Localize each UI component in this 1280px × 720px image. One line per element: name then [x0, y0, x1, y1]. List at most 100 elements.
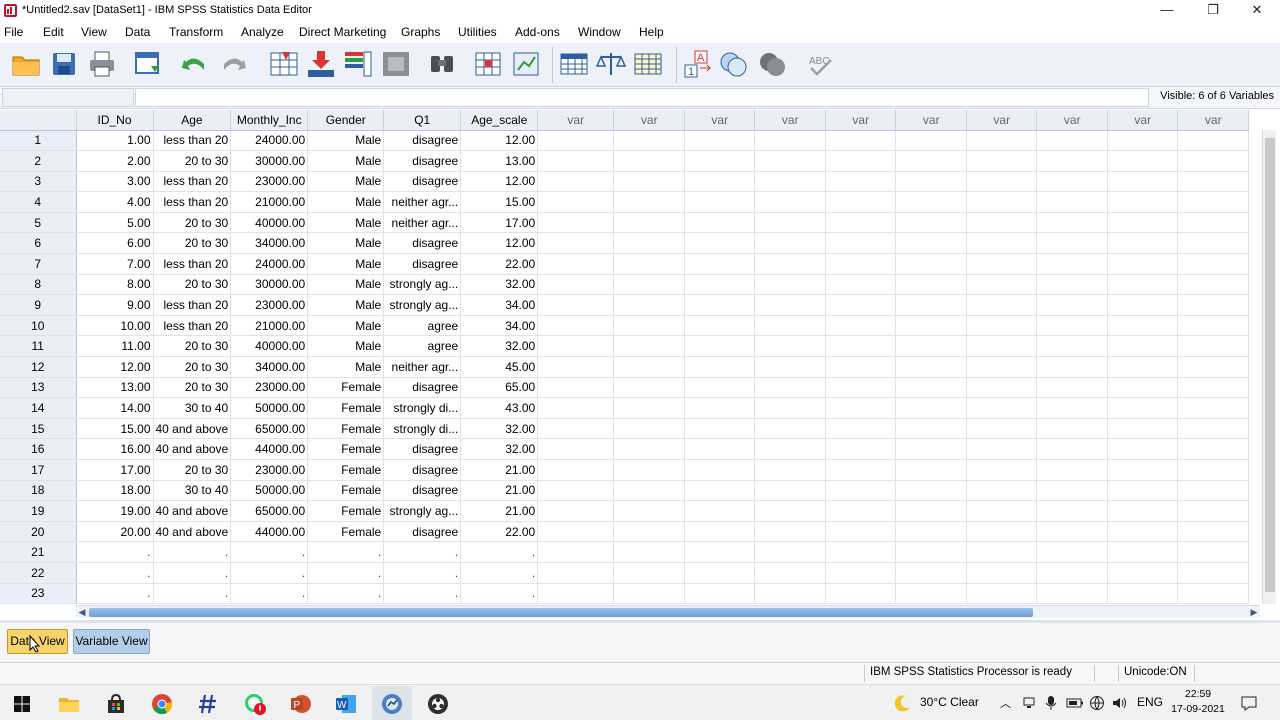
data-cell[interactable]: disagree [383, 459, 462, 481]
empty-cell[interactable] [825, 315, 897, 337]
horizontal-scroll-thumb[interactable] [89, 608, 1033, 617]
print-icon[interactable] [86, 48, 118, 80]
empty-cell[interactable] [1036, 418, 1109, 440]
empty-cell[interactable] [1036, 294, 1109, 316]
data-cell[interactable]: 40 and above [153, 521, 232, 543]
empty-cell[interactable] [1177, 459, 1250, 481]
word-icon[interactable]: W [334, 692, 358, 716]
data-cell[interactable]: Male [307, 274, 385, 296]
row-number[interactable]: 8 [0, 274, 77, 296]
column-header[interactable]: var [1036, 110, 1109, 131]
empty-cell[interactable] [1107, 315, 1179, 337]
empty-cell[interactable] [684, 562, 756, 584]
data-cell[interactable]: 50000.00 [230, 480, 309, 502]
empty-cell[interactable] [537, 212, 615, 234]
data-cell[interactable]: 20.00 [76, 521, 154, 543]
data-cell[interactable]: 16.00 [76, 438, 154, 460]
data-cell[interactable]: Male [307, 191, 385, 213]
data-cell[interactable]: 19.00 [76, 500, 154, 522]
empty-cell[interactable] [1177, 541, 1250, 563]
empty-cell[interactable] [537, 232, 615, 255]
data-cell[interactable]: . [76, 562, 154, 584]
empty-cell[interactable] [966, 562, 1038, 584]
row-number[interactable]: 11 [0, 335, 77, 358]
empty-cell[interactable] [825, 253, 897, 275]
notifications-icon[interactable] [1240, 694, 1258, 712]
empty-cell[interactable] [1107, 335, 1179, 358]
empty-cell[interactable] [1107, 130, 1179, 152]
data-cell[interactable]: . [76, 583, 154, 604]
empty-cell[interactable] [895, 130, 968, 152]
empty-cell[interactable] [1036, 191, 1109, 213]
empty-cell[interactable] [684, 212, 756, 234]
empty-cell[interactable] [895, 232, 968, 255]
scroll-right-icon[interactable]: ▶ [1248, 606, 1260, 618]
data-cell[interactable]: . [153, 541, 232, 563]
row-number[interactable]: 19 [0, 500, 77, 522]
empty-cell[interactable] [684, 480, 756, 502]
empty-cell[interactable] [1107, 171, 1179, 193]
empty-cell[interactable] [1036, 438, 1109, 460]
data-cell[interactable]: less than 20 [153, 315, 232, 337]
weather-text[interactable]: 30°C Clear [920, 695, 979, 709]
insert-cases-icon[interactable] [472, 48, 504, 80]
menu-utilities[interactable]: Utilities [458, 25, 497, 39]
row-number[interactable]: 7 [0, 253, 77, 275]
horizontal-scrollbar[interactable]: ◀ ▶ [76, 605, 1260, 618]
store-icon[interactable] [104, 692, 128, 716]
data-cell[interactable]: 15.00 [76, 418, 154, 440]
empty-cell[interactable] [966, 418, 1038, 440]
empty-cell[interactable] [1036, 541, 1109, 563]
go-to-variable-icon[interactable] [305, 48, 337, 80]
variables-icon[interactable] [342, 48, 374, 80]
menu-file[interactable]: File [4, 25, 23, 39]
empty-cell[interactable] [895, 418, 968, 440]
data-cell[interactable]: 40 and above [153, 438, 232, 460]
empty-cell[interactable] [754, 274, 827, 296]
data-cell[interactable]: 34000.00 [230, 356, 309, 378]
empty-cell[interactable] [613, 130, 686, 152]
empty-cell[interactable] [895, 253, 968, 275]
data-cell[interactable]: disagree [383, 253, 462, 275]
empty-cell[interactable] [684, 397, 756, 419]
column-header[interactable]: var [1177, 110, 1250, 131]
row-number[interactable]: 3 [0, 171, 77, 193]
empty-cell[interactable] [1036, 130, 1109, 152]
data-cell[interactable]: disagree [383, 130, 462, 152]
grid-corner[interactable] [0, 110, 77, 131]
empty-cell[interactable] [1177, 356, 1250, 378]
empty-cell[interactable] [684, 150, 756, 172]
empty-cell[interactable] [825, 583, 897, 604]
empty-cell[interactable] [1107, 253, 1179, 275]
row-number[interactable]: 9 [0, 294, 77, 316]
empty-cell[interactable] [825, 541, 897, 563]
data-cell[interactable]: 30000.00 [230, 274, 309, 296]
data-cell[interactable]: strongly ag... [383, 294, 462, 316]
empty-cell[interactable] [613, 459, 686, 481]
empty-cell[interactable] [537, 521, 615, 543]
empty-cell[interactable] [754, 294, 827, 316]
column-header[interactable]: var [754, 110, 827, 131]
empty-cell[interactable] [537, 171, 615, 193]
data-cell[interactable]: strongly ag... [383, 500, 462, 522]
empty-cell[interactable] [1107, 294, 1179, 316]
empty-cell[interactable] [895, 315, 968, 337]
empty-cell[interactable] [1107, 232, 1179, 255]
empty-cell[interactable] [966, 397, 1038, 419]
empty-cell[interactable] [966, 500, 1038, 522]
empty-cell[interactable] [825, 335, 897, 358]
empty-cell[interactable] [1177, 253, 1250, 275]
empty-cell[interactable] [754, 480, 827, 502]
data-cell[interactable]: disagree [383, 480, 462, 502]
data-cell[interactable]: 20 to 30 [153, 377, 232, 399]
empty-cell[interactable] [966, 253, 1038, 275]
empty-cell[interactable] [684, 335, 756, 358]
data-cell[interactable]: 20 to 30 [153, 232, 232, 255]
empty-cell[interactable] [754, 253, 827, 275]
empty-cell[interactable] [1107, 191, 1179, 213]
save-icon[interactable] [48, 48, 80, 80]
data-cell[interactable]: . [230, 562, 309, 584]
data-cell[interactable]: 20 to 30 [153, 459, 232, 481]
empty-cell[interactable] [684, 500, 756, 522]
empty-cell[interactable] [537, 253, 615, 275]
